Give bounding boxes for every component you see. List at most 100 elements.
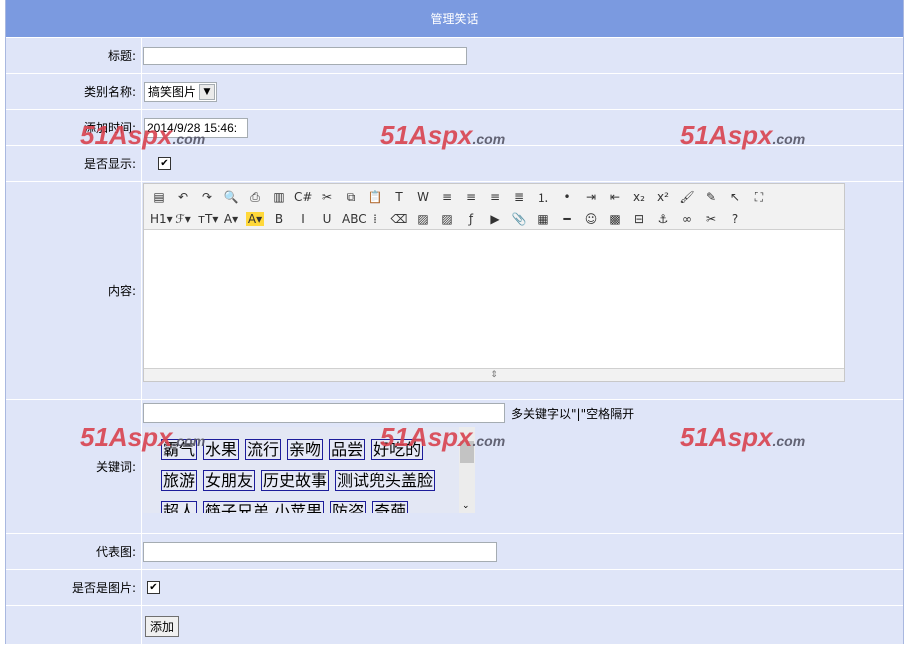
align-left-icon[interactable]: ≡ [438, 190, 456, 204]
is-image-checkbox[interactable]: ✔ [147, 581, 160, 594]
preview-icon[interactable]: 🔍 [222, 190, 240, 204]
image-row: 代表图: [6, 534, 903, 570]
title-input[interactable] [143, 46, 467, 65]
table-icon[interactable]: ▦ [534, 212, 552, 226]
anchor-icon[interactable]: ⚓ [654, 212, 672, 226]
i-icon[interactable]: I [294, 212, 312, 226]
time-input[interactable] [144, 117, 248, 138]
time-label: 添加时间: [6, 110, 142, 145]
keyword-tag[interactable]: 霸气 [161, 439, 198, 460]
keyword-tag[interactable]: 奇葩 [372, 501, 409, 513]
paste-word-icon[interactable]: W [414, 190, 432, 204]
template-icon[interactable]: ▥ [270, 190, 288, 204]
align-right-icon[interactable]: ≡ [486, 190, 504, 204]
page-title: 管理笑话 [6, 0, 903, 38]
rich-text-editor: ▤ ↶ ↷ 🔍 ⎙ ▥ C# ✂ ⧉ 📋 T W ≡ ≡ ≡ ≣ ⒈ • ⇥ ⇤ x₂ x² 🖌 ✎ ↖ ⛶ H1▾ ℱ▾ тT▾ A▾ A… [143, 183, 845, 382]
keyword-tag[interactable]: 防盗 [330, 501, 367, 513]
h1-icon[interactable]: H1▾ [150, 212, 173, 226]
keyword-tag[interactable]: 好吃的 [371, 439, 424, 460]
outdent-icon[interactable]: ⇤ [606, 190, 624, 204]
show-row: 是否显示: ✔ [6, 146, 903, 182]
category-value: 搞笑图片 [148, 85, 197, 99]
hr-icon[interactable]: ━ [558, 212, 576, 226]
keyword-tag[interactable]: 亲吻 [287, 439, 324, 460]
form-panel: 管理笑话 标题: 类别名称: 搞笑图片▼ 添加时间: 是否显示: ✔ 内容: ▤… [5, 0, 904, 646]
keywords-hint: 多关键字以"|"空格隔开 [511, 406, 635, 421]
size-icon[interactable]: тT▾ [198, 212, 218, 226]
unlink-icon[interactable]: ✂ [702, 212, 720, 226]
print-icon[interactable]: ⎙ [246, 190, 264, 205]
editor-toolbar: ▤ ↶ ↷ 🔍 ⎙ ▥ C# ✂ ⧉ 📋 T W ≡ ≡ ≡ ≣ ⒈ • ⇥ ⇤ x₂ x² 🖌 ✎ ↖ ⛶ H1▾ ℱ▾ тT▾ A▾ A… [144, 184, 844, 230]
editor-resize-handle[interactable]: ⇕ [144, 368, 844, 381]
image-input[interactable] [143, 541, 497, 562]
pagebreak-icon[interactable]: ⊟ [630, 212, 648, 226]
keyword-tag[interactable]: 测试兜头盖脸 [335, 470, 436, 491]
image-icon[interactable]: ▨ [414, 212, 432, 226]
keywords-label: 关键词: [6, 400, 142, 533]
keyword-scrollbar[interactable]: ⌄ [459, 427, 475, 513]
editor-content-area[interactable] [144, 230, 844, 368]
category-select[interactable]: 搞笑图片 ▼ [144, 81, 218, 102]
indent-icon[interactable]: ⇥ [582, 190, 600, 204]
show-checkbox[interactable]: ✔ [158, 157, 171, 170]
superscript-icon[interactable]: x² [654, 190, 672, 204]
font-icon[interactable]: ℱ▾ [174, 212, 192, 226]
justify-icon[interactable]: ≣ [510, 190, 528, 204]
unordered-list-icon[interactable]: • [558, 190, 576, 204]
line-height-icon[interactable]: ⁞ [366, 212, 384, 226]
link-icon[interactable]: ∞ [678, 212, 696, 226]
eraser-icon[interactable]: ⌫ [390, 212, 408, 226]
content-label: 内容: [6, 182, 142, 399]
category-row: 类别名称: 搞笑图片 ▼ [6, 74, 903, 110]
clear-format-icon[interactable]: 🖌 [678, 190, 696, 204]
cut-icon[interactable]: ✂ [318, 190, 336, 204]
help-icon[interactable]: ? [726, 212, 744, 226]
code-icon[interactable]: C# [294, 190, 312, 204]
title-label: 标题: [6, 38, 142, 73]
submit-row: 添加 [6, 606, 903, 646]
align-center-icon[interactable]: ≡ [462, 190, 480, 204]
source-icon[interactable]: ▤ [150, 190, 168, 204]
chevron-down-icon: ▼ [199, 83, 216, 100]
paste-text-icon[interactable]: T [390, 190, 408, 204]
select-all-icon[interactable]: ✎ [702, 190, 720, 204]
add-button[interactable]: 添加 [145, 615, 180, 637]
image-label: 代表图: [6, 534, 142, 569]
media-icon[interactable]: ▶ [486, 212, 504, 226]
copy-icon[interactable]: ⧉ [342, 190, 360, 205]
keyword-tag[interactable]: 历史故事 [261, 470, 330, 491]
keyword-tag[interactable]: 筷子兄弟 小苹果 [203, 501, 325, 513]
hilitecolor-icon[interactable]: A▾ [246, 212, 264, 226]
undo-icon[interactable]: ↶ [174, 190, 192, 204]
is-image-label: 是否是图片: [6, 570, 142, 605]
ordered-list-icon[interactable]: ⒈ [534, 189, 552, 206]
keyword-list: 霸气 水果 流行 亲吻 品尝 好吃的旅游 女朋友 历史故事 测试兜头盖脸超人 筷子兄弟 小苹果 防盗… [143, 427, 475, 513]
map-icon[interactable]: ▩ [606, 212, 624, 226]
time-row: 添加时间: [6, 110, 903, 146]
keyword-tag[interactable]: 超人 [161, 501, 198, 513]
u-icon[interactable]: U [318, 212, 336, 226]
multi-image-icon[interactable]: ▨ [438, 212, 456, 226]
forecolor-icon[interactable]: A▾ [222, 212, 240, 226]
b-icon[interactable]: B [270, 212, 288, 226]
title-row: 标题: [6, 38, 903, 74]
keyword-tag[interactable]: 水果 [203, 439, 240, 460]
keyword-tag[interactable]: 流行 [245, 439, 282, 460]
keywords-row: 关键词: 多关键字以"|"空格隔开 霸气 水果 流行 亲吻 品尝 好吃的旅游 女朋友 历史故事… [6, 400, 903, 534]
emoticon-icon[interactable]: ☺ [582, 212, 600, 226]
content-row: 内容: ▤ ↶ ↷ 🔍 ⎙ ▥ C# ✂ ⧉ 📋 T W ≡ ≡ ≡ ≣ ⒈ • ⇥ ⇤ x₂ x² 🖌 ✎ ↖ ⛶ H1▾ ℱ▾ тT… [6, 182, 903, 400]
subscript-icon[interactable]: x₂ [630, 190, 648, 204]
keywords-input[interactable] [143, 403, 505, 423]
keyword-tag[interactable]: 女朋友 [203, 470, 256, 491]
category-label: 类别名称: [6, 74, 142, 109]
keyword-tag[interactable]: 品尝 [329, 439, 366, 460]
flash-icon[interactable]: ƒ [462, 212, 480, 226]
abc-icon[interactable]: ABC [342, 212, 367, 226]
is-image-row: 是否是图片: ✔ [6, 570, 903, 606]
paste-icon[interactable]: 📋 [366, 190, 384, 204]
redo-icon[interactable]: ↷ [198, 190, 216, 204]
fullscreen-icon[interactable]: ⛶ [750, 190, 768, 205]
attachment-icon[interactable]: 📎 [510, 212, 528, 226]
select-icon[interactable]: ↖ [726, 190, 744, 204]
keyword-tag[interactable]: 旅游 [161, 470, 198, 491]
